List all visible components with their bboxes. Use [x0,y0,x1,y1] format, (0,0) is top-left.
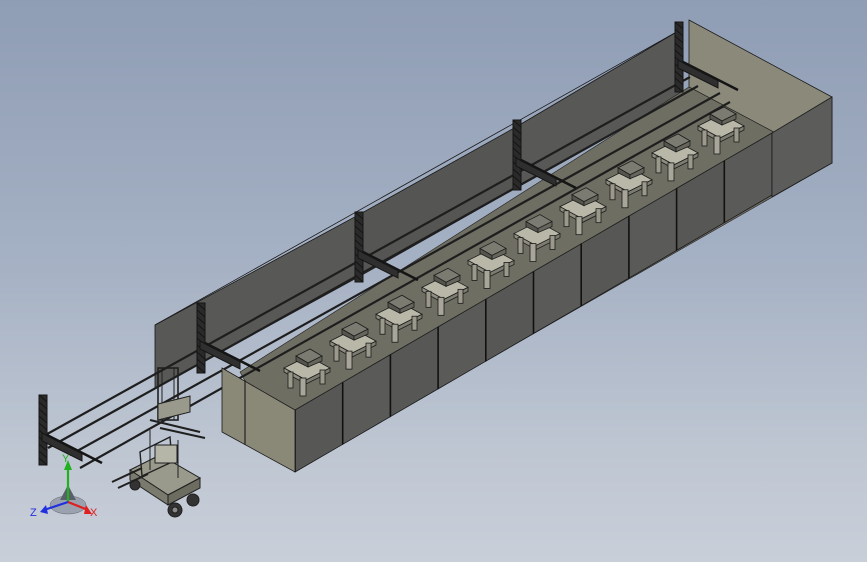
assembly-model[interactable]: Y X Z [0,0,867,562]
gantry-column [38,394,103,466]
triad-y-label: Y [62,453,70,465]
cad-3d-viewport[interactable]: Y X Z [0,0,867,562]
triad-x-label: X [90,507,98,519]
triad-z-label: Z [30,507,37,519]
